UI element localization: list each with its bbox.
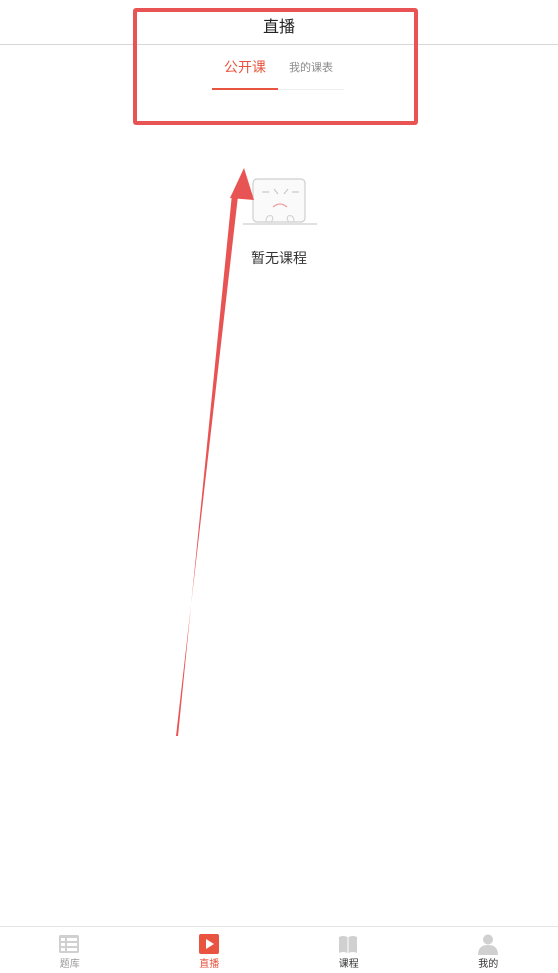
live-play-icon	[198, 934, 219, 954]
bottom-nav: 题库 直播 课程 我的	[0, 926, 558, 973]
open-book-icon	[339, 936, 357, 953]
nav-item-course[interactable]: 课程	[279, 927, 419, 973]
nav-item-live[interactable]: 直播	[140, 927, 280, 973]
live-page: 直播 公开课 我的课表 暂无课程 题库 直播 课程 我的	[0, 0, 558, 973]
nav-label-live: 直播	[199, 959, 220, 970]
nav-item-question-bank[interactable]: 题库	[0, 927, 140, 973]
empty-box-face-icon	[243, 178, 317, 225]
nav-item-mine[interactable]: 我的	[419, 927, 558, 973]
nav-label-mine: 我的	[478, 959, 499, 970]
user-profile-icon	[477, 934, 498, 955]
annotation-highlight-box	[133, 8, 418, 125]
nav-label-course: 课程	[338, 959, 359, 970]
annotation-arrow	[176, 168, 254, 736]
nav-label-question-bank: 题库	[59, 959, 80, 970]
question-bank-icon	[59, 935, 79, 953]
empty-state-text: 暂无课程	[251, 251, 307, 267]
